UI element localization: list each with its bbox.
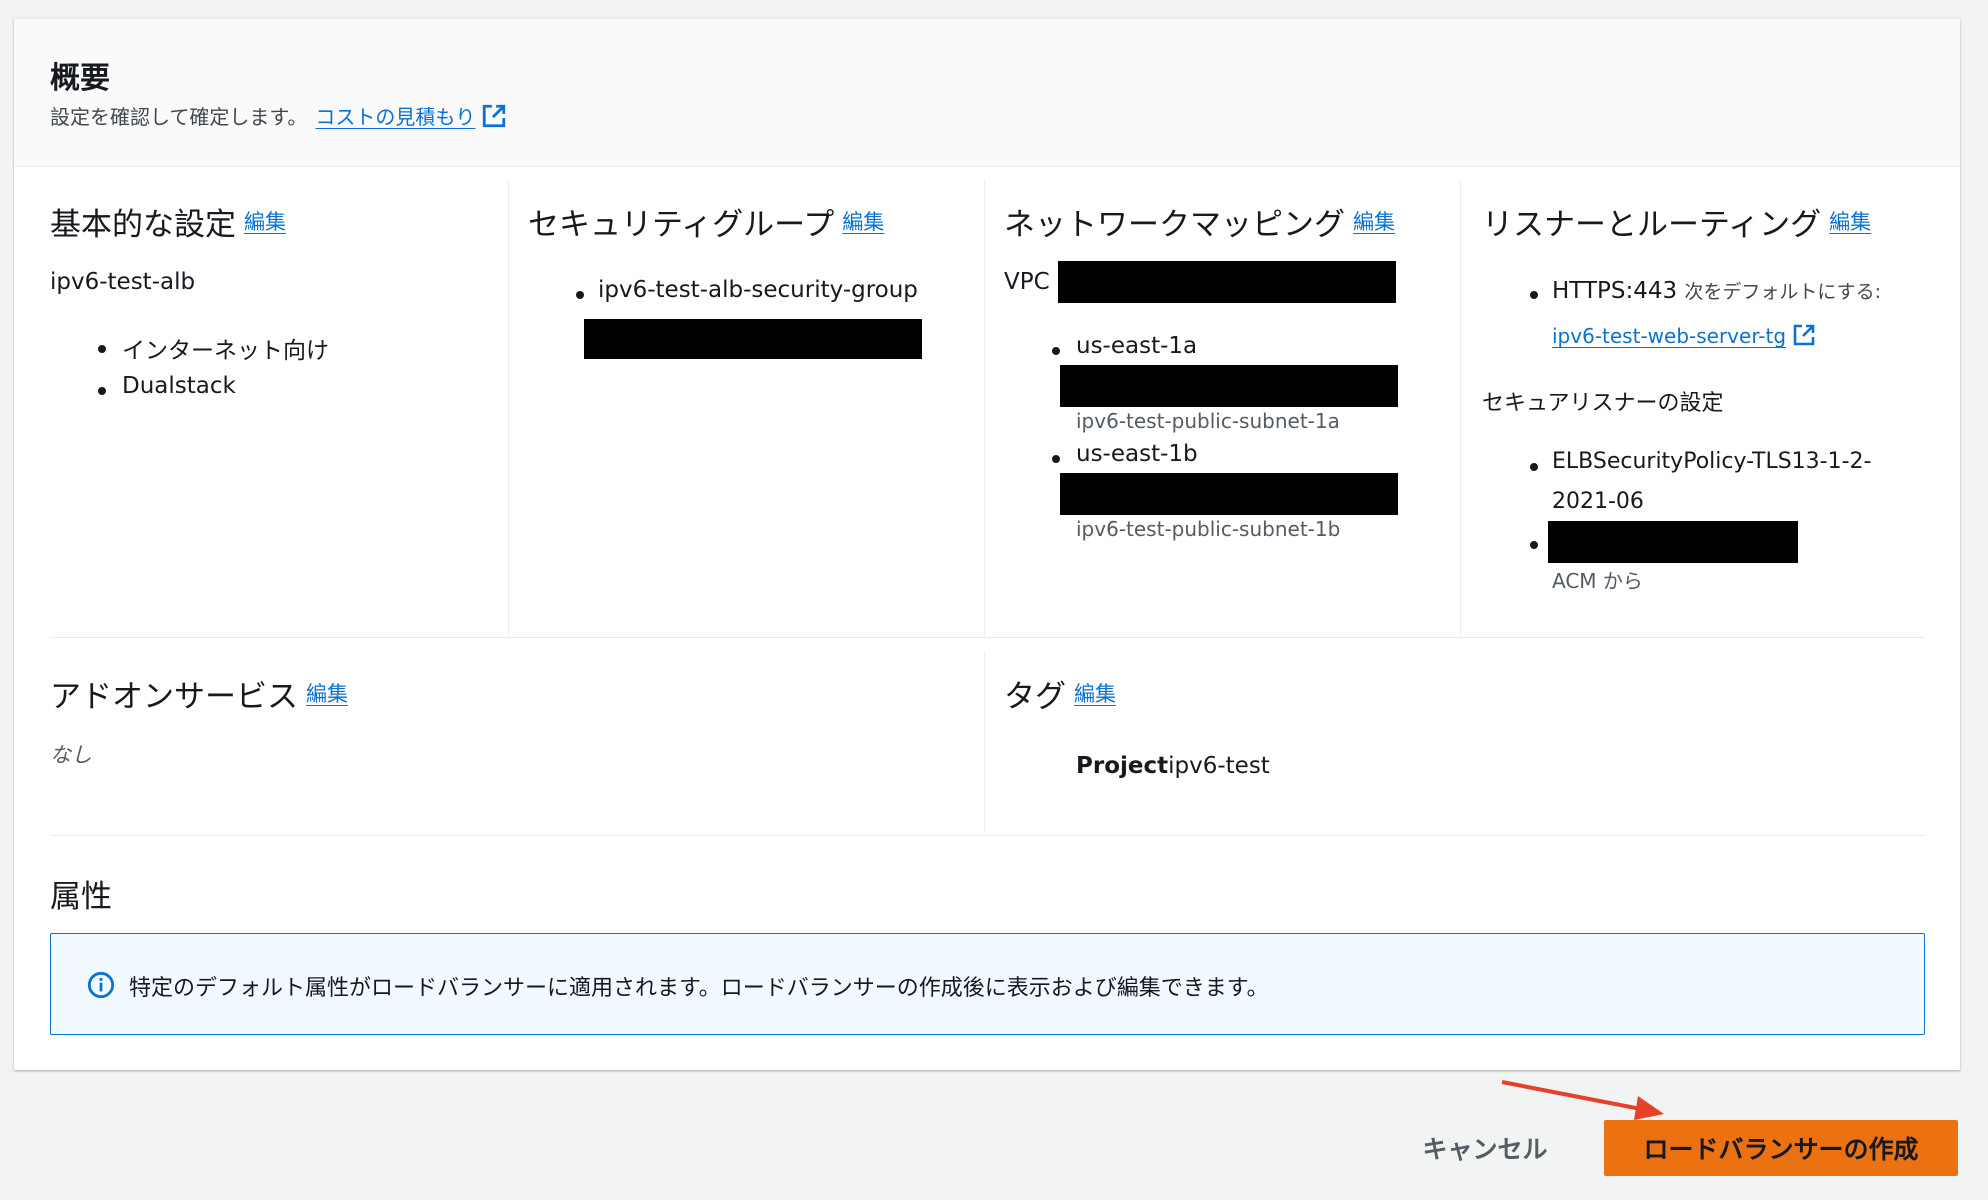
column-divider — [984, 179, 985, 637]
subnet-name-1b: ipv6-test-public-subnet-1b — [1076, 517, 1341, 541]
bullet — [1052, 347, 1060, 355]
security-groups-title: セキュリティグループ 編集 — [528, 199, 884, 244]
edit-security-groups-link[interactable]: 編集 — [842, 210, 884, 234]
attributes-title: 属性 — [50, 879, 112, 915]
redacted-certificate — [1548, 521, 1798, 563]
bullet — [98, 387, 106, 395]
summary-header: 概要 設定を確認して確定します。 コストの見積もり — [14, 19, 1960, 167]
scheme-value: インターネット向け — [122, 338, 329, 364]
security-policy-line1: ELBSecurityPolicy-TLS13-1-2- — [1552, 449, 1872, 474]
redacted-security-group-id — [584, 319, 922, 359]
column-divider — [508, 179, 509, 637]
security-groups-label: セキュリティグループ — [528, 207, 835, 243]
cost-estimate-link-label: コストの見積もり — [315, 105, 476, 129]
bullet — [1530, 291, 1538, 299]
column-divider — [1460, 179, 1461, 637]
tag-entry: Projectipv6-test — [1076, 753, 1270, 779]
listeners-routing-label: リスナーとルーティング — [1482, 207, 1822, 243]
forward-label: 次をデフォルトにする: — [1684, 281, 1882, 303]
vpc-label: VPC — [1004, 269, 1050, 295]
edit-network-mapping-link[interactable]: 編集 — [1353, 210, 1395, 234]
tags-title: タグ 編集 — [1004, 671, 1116, 716]
bullet — [1530, 541, 1538, 549]
column-divider — [984, 651, 985, 831]
annotation-arrow-icon — [1501, 1080, 1664, 1120]
external-link-icon[interactable] — [481, 103, 507, 134]
cancel-button[interactable]: キャンセル — [1410, 1120, 1560, 1176]
summary-card: 概要 設定を確認して確定します。 コストの見積もり 基本的な設定 編集 ipv6-t… — [14, 18, 1960, 1070]
attributes-info-alert: 特定のデフォルト属性がロードバランサーに適用されます。ロードバランサーの作成後に… — [50, 933, 1925, 1035]
summary-subtitle-text: 設定を確認して確定します。 — [50, 105, 308, 129]
edit-tags-link[interactable]: 編集 — [1074, 682, 1116, 706]
bullet — [576, 291, 584, 299]
addon-services-label: アドオンサービス — [50, 679, 298, 715]
listeners-routing-title: リスナーとルーティング 編集 — [1482, 199, 1871, 244]
subnet-name-1a: ipv6-test-public-subnet-1a — [1076, 409, 1340, 433]
basic-settings-label: 基本的な設定 — [50, 207, 236, 243]
certificate-source: ACM から — [1552, 569, 1643, 593]
zone-1b: us-east-1b — [1076, 441, 1198, 467]
edit-basic-settings-link[interactable]: 編集 — [244, 210, 286, 234]
listener-protocol-port: HTTPS:443 — [1552, 278, 1678, 304]
listener-row: HTTPS:443 次をデフォルトにする: — [1552, 277, 1881, 304]
summary-subtitle: 設定を確認して確定します。 コストの見積もり — [50, 101, 507, 134]
redacted-subnet-id-1a — [1060, 365, 1398, 407]
lb-name: ipv6-test-alb — [50, 269, 196, 295]
row-divider — [50, 637, 1925, 638]
bullet — [1530, 463, 1538, 471]
bullet — [98, 345, 106, 353]
addon-services-value: なし — [50, 743, 92, 767]
redacted-vpc-id — [1058, 261, 1396, 303]
info-icon — [87, 971, 115, 1003]
zone-1a: us-east-1a — [1076, 333, 1198, 359]
edit-listeners-link[interactable]: 編集 — [1829, 210, 1871, 234]
basic-settings-title: 基本的な設定 編集 — [50, 199, 286, 244]
target-group-link[interactable]: ipv6-test-web-server-tg — [1552, 324, 1786, 348]
external-link-icon[interactable] — [1792, 323, 1816, 352]
row-divider — [50, 835, 1925, 836]
ip-type-value: Dualstack — [122, 373, 236, 399]
create-load-balancer-button[interactable]: ロードバランサーの作成 — [1604, 1120, 1958, 1176]
secure-listener-title: セキュアリスナーの設定 — [1482, 391, 1724, 416]
tags-label: タグ — [1004, 679, 1066, 715]
network-mapping-label: ネットワークマッピング — [1004, 207, 1345, 243]
cost-estimate-link[interactable]: コストの見積もり — [315, 105, 475, 129]
security-policy-line2: 2021-06 — [1552, 489, 1644, 514]
redacted-subnet-id-1b — [1060, 473, 1398, 515]
addon-services-title: アドオンサービス 編集 — [50, 671, 348, 716]
security-group-name: ipv6-test-alb-security-group — [598, 277, 918, 303]
page-title: 概要 — [50, 61, 110, 96]
tag-value: ipv6-test — [1168, 753, 1270, 779]
target-group-row: ipv6-test-web-server-tg — [1552, 323, 1816, 352]
edit-addon-services-link[interactable]: 編集 — [306, 682, 348, 706]
tag-key: Project — [1076, 753, 1169, 779]
bullet — [1052, 455, 1060, 463]
attributes-info-text: 特定のデフォルト属性がロードバランサーに適用されます。ロードバランサーの作成後に… — [129, 976, 1269, 1001]
network-mapping-title: ネットワークマッピング 編集 — [1004, 199, 1395, 244]
